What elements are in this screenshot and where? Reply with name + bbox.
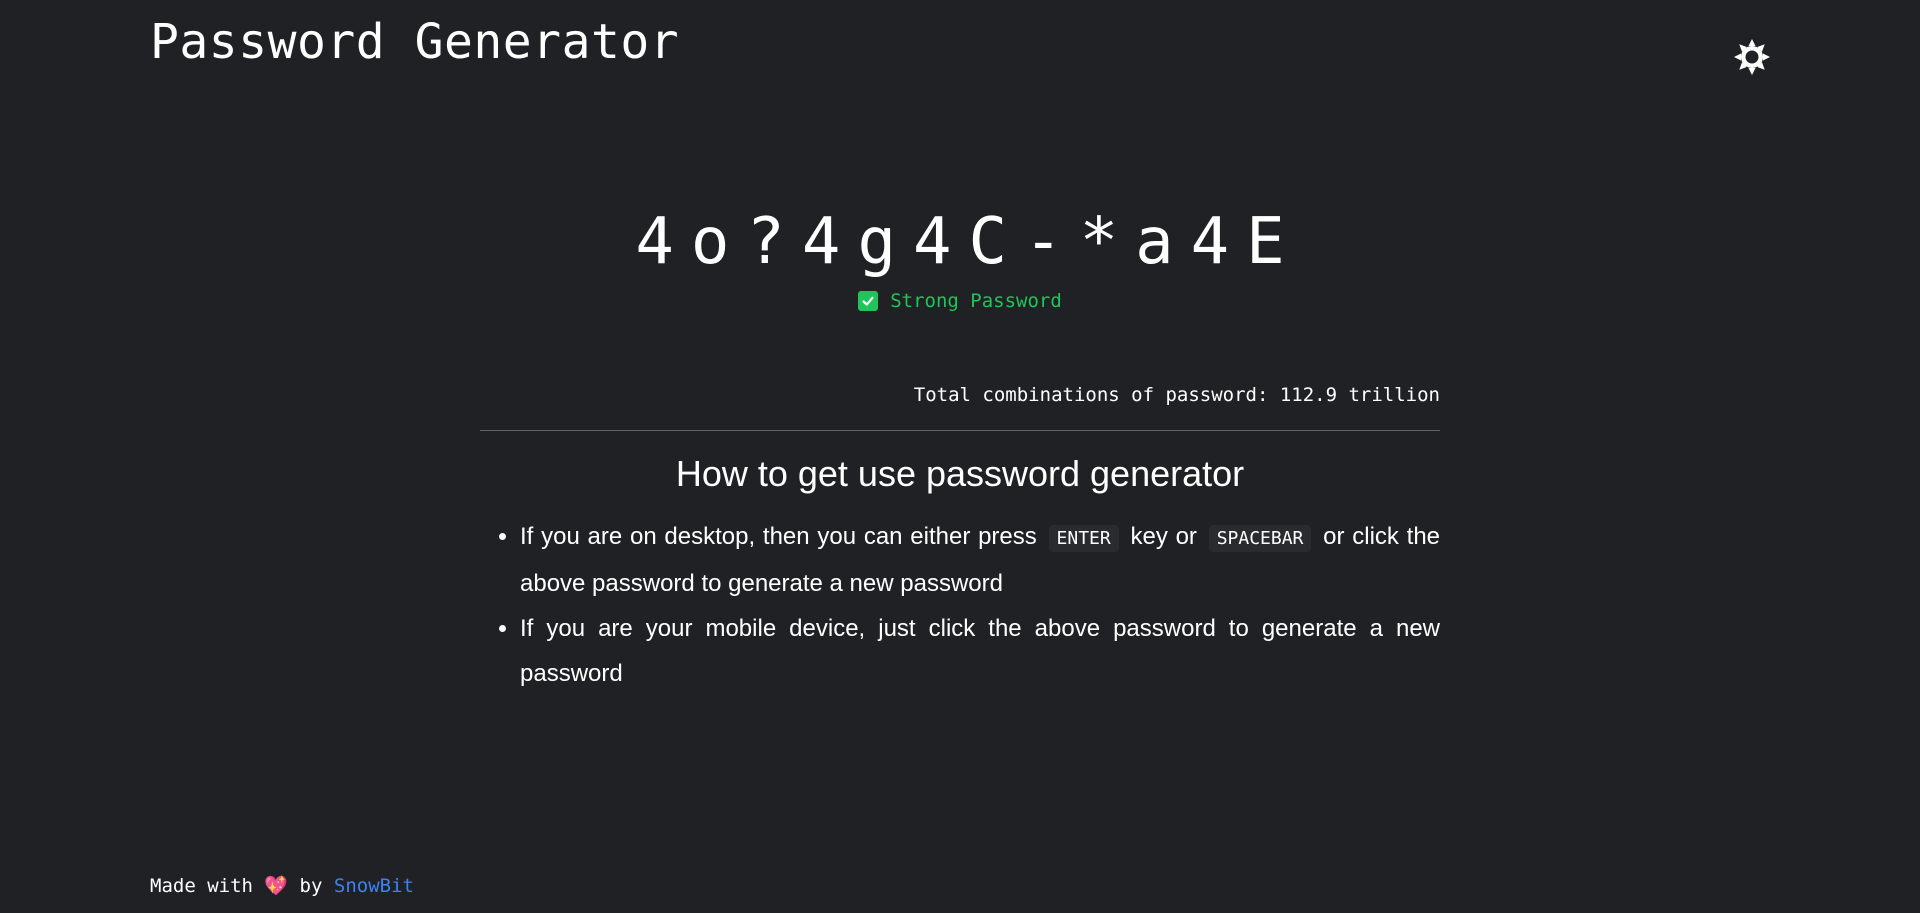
password-char: g bbox=[857, 205, 896, 279]
heart-icon: 💖 bbox=[264, 875, 289, 897]
list-item: If you are on desktop, then you can eith… bbox=[520, 514, 1440, 606]
password-char: 4 bbox=[1190, 205, 1230, 279]
password-char: C bbox=[968, 205, 1008, 279]
strength-label: Strong Password bbox=[890, 290, 1062, 312]
item1-text-middle: key or bbox=[1130, 523, 1197, 550]
password-char: o bbox=[690, 205, 730, 279]
list-item: If you are your mobile device, just clic… bbox=[520, 606, 1440, 696]
howto-section: How to get use password generator If you… bbox=[480, 442, 1440, 696]
divider bbox=[480, 430, 1440, 431]
password-char: 4 bbox=[635, 205, 674, 279]
howto-list: If you are on desktop, then you can eith… bbox=[480, 514, 1440, 696]
item1-text-before: If you are on desktop, then you can eith… bbox=[520, 523, 1037, 550]
howto-title: How to get use password generator bbox=[675, 453, 1245, 494]
password-char: ? bbox=[746, 205, 785, 279]
password-char: * bbox=[1079, 205, 1119, 279]
spacebar-key-badge: SPACEBAR bbox=[1208, 525, 1312, 552]
footer: Made with 💖 by SnowBit bbox=[150, 874, 414, 897]
check-square-icon bbox=[858, 291, 879, 311]
app-title: Password Generator bbox=[150, 14, 680, 70]
footer-by: by bbox=[299, 875, 323, 897]
password-char: - bbox=[1024, 205, 1063, 279]
combinations-text: Total combinations of password: 112.9 tr… bbox=[913, 384, 1440, 406]
password-char: a bbox=[1135, 205, 1174, 279]
theme-toggle-button[interactable] bbox=[1733, 38, 1771, 76]
password-char: 4 bbox=[912, 205, 952, 279]
sun-icon bbox=[1734, 39, 1770, 75]
generated-password[interactable]: 4 o? 4 g 4 C - * a 4 E bbox=[0, 200, 1920, 284]
password-char: E bbox=[1246, 205, 1285, 279]
author-link[interactable]: SnowBit bbox=[334, 875, 414, 897]
page: Password Generator 4 o? 4 g 4 C - * a 4 E Stron bbox=[0, 0, 1920, 913]
password-char: 4 bbox=[801, 205, 841, 279]
enter-key-badge: ENTER bbox=[1048, 525, 1119, 552]
footer-made-with: Made with bbox=[150, 875, 253, 897]
password-strength: Strong Password bbox=[0, 290, 1920, 312]
